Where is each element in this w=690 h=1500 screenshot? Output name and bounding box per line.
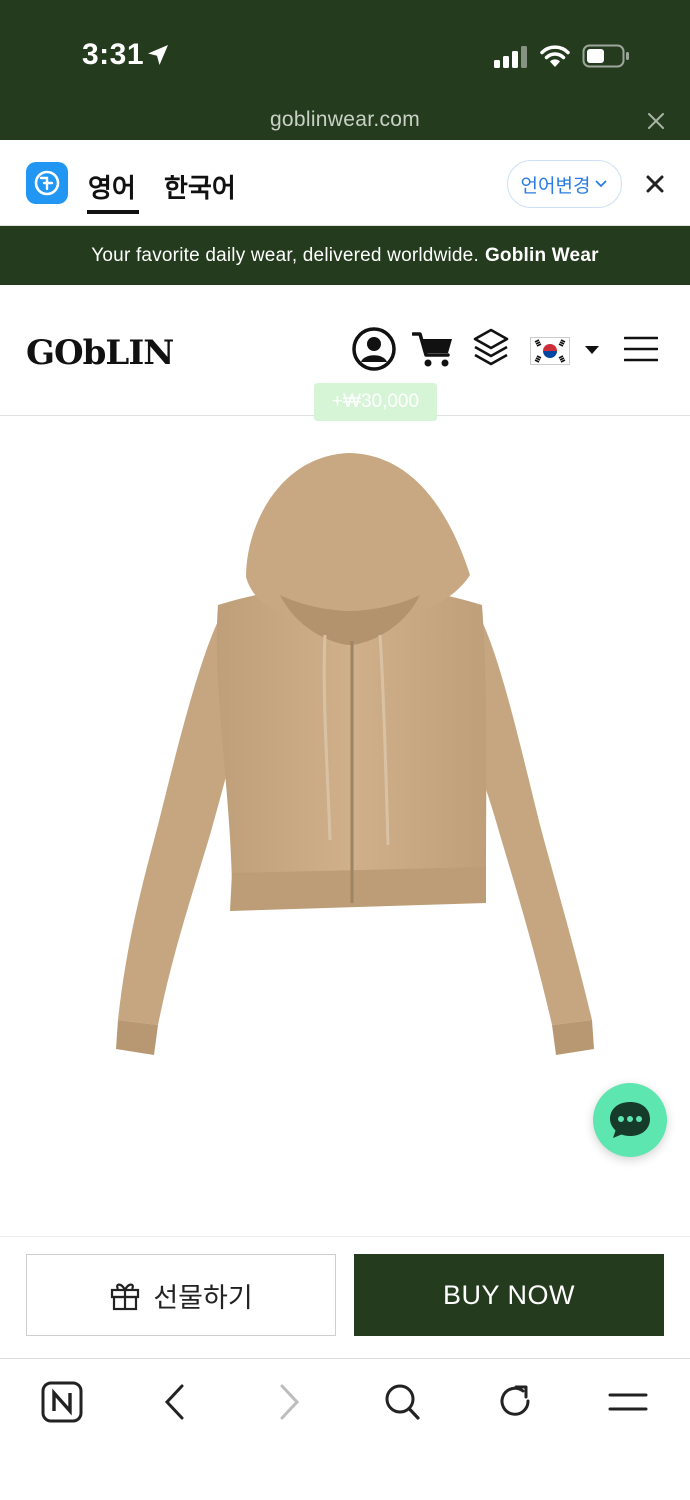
location-arrow-icon [148,45,168,65]
signal-icon [494,46,527,68]
change-language-button[interactable]: 언어변경 [507,160,622,208]
menu-icon[interactable] [624,335,658,363]
browser-toolbar [0,1358,690,1500]
close-icon[interactable] [644,173,666,195]
status-bar: 3:31 goblinwear.com [0,0,690,140]
wifi-icon [540,45,570,67]
announcement-brand: Goblin Wear [484,244,599,266]
naver-icon[interactable] [41,1381,83,1423]
chat-button[interactable] [593,1083,667,1157]
status-time: 3:31 [82,38,145,71]
user-icon[interactable] [352,327,396,371]
chevron-down-icon [595,180,608,188]
site-logo[interactable]: GObLIN [26,333,174,373]
browser-menu-icon[interactable] [608,1381,648,1423]
buy-now-button[interactable]: BUY NOW [354,1254,664,1336]
back-icon[interactable] [162,1381,188,1423]
tab-english[interactable]: 영어 [88,168,136,205]
product-image[interactable] [100,445,600,1065]
active-tab-indicator [87,210,139,214]
gift-label: 선물하기 [153,1282,253,1313]
translate-logo-icon [26,162,68,204]
announcement-bar: Your favorite daily wear, delivered worl… [0,226,690,285]
tab-korean[interactable]: 한국어 [164,168,236,205]
chat-icon [610,1102,650,1138]
points-badge: +₩30,000 [314,383,437,421]
cart-icon[interactable] [412,331,454,369]
dropdown-caret-icon[interactable] [584,345,600,355]
korea-flag-icon[interactable] [530,337,570,365]
translate-bar: 영어 한국어 언어변경 [0,140,690,226]
gift-button[interactable]: 선물하기 [26,1254,336,1336]
url-domain[interactable]: goblinwear.com [0,108,690,132]
search-icon[interactable] [382,1381,422,1423]
battery-icon [582,44,629,68]
purchase-bar: 선물하기 BUY NOW [0,1236,690,1358]
gift-icon [111,1283,140,1311]
announcement-text: Your favorite daily wear, delivered worl… [91,244,479,266]
site-header: GObLIN +₩30,000 [0,285,690,421]
close-icon[interactable] [646,111,666,131]
reload-icon[interactable] [496,1381,536,1423]
change-language-label: 언어변경 [520,175,591,197]
forward-icon[interactable] [276,1381,302,1423]
layers-icon[interactable] [472,327,510,369]
